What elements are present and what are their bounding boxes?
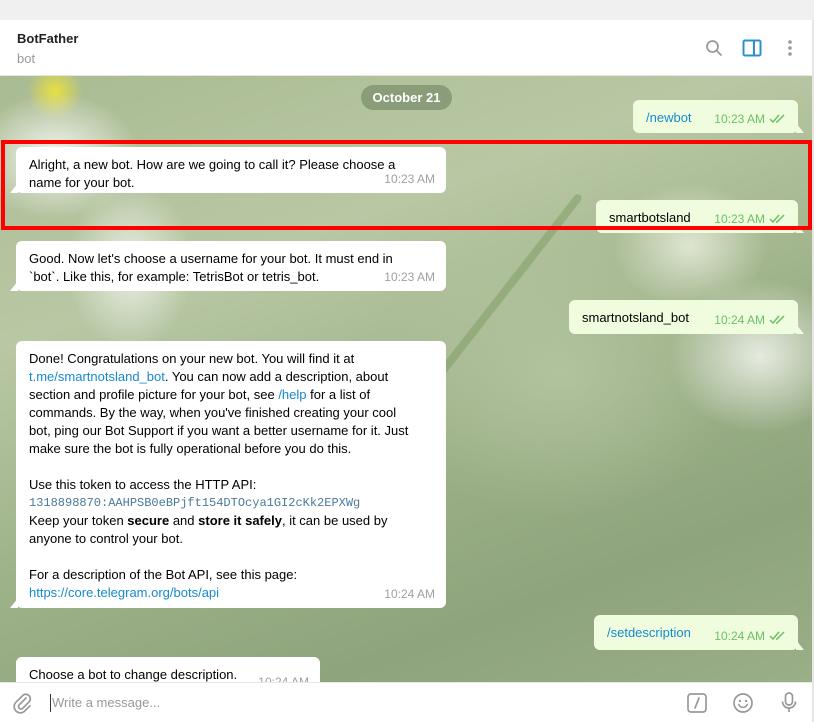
read-checkmarks-icon (769, 214, 785, 224)
api-token[interactable]: 1318898870:AAHPSB0eBPjft154DTOcya1GI2cKk… (29, 494, 433, 512)
message-time: 10:23 AM (384, 172, 435, 186)
message-time: 10:23 AM (714, 212, 765, 226)
message-text-line: Done! Congratulations on your new bot. Y… (29, 351, 355, 366)
bot-command-link[interactable]: /setdescription (607, 625, 691, 640)
date-chip: October 21 (361, 85, 452, 110)
emoji-icon[interactable] (731, 691, 755, 715)
message-text-line: Use this token to access the HTTP API: (29, 477, 257, 492)
message-text-line: For a description of the Bot API, see th… (29, 567, 298, 582)
read-checkmarks-icon (769, 631, 785, 641)
message-meta: 10:23 AM (714, 210, 787, 228)
bubble-tail (796, 123, 804, 133)
message-outgoing[interactable]: /newbot 10:23 AM (633, 100, 804, 133)
message-text-fragment: . You can now add a description, about (164, 369, 389, 384)
message-incoming[interactable]: Choose a bot to change description. 10:2… (16, 657, 320, 682)
message-incoming[interactable]: Alright, a new bot. How are we going to … (10, 147, 446, 193)
search-icon[interactable] (703, 37, 725, 59)
message-text-line: name for your bot. (29, 175, 135, 190)
message-time: 10:24 AM (714, 629, 765, 643)
message-text-line: make sure the bot is fully operational b… (29, 441, 352, 456)
window-top-strip (0, 0, 814, 20)
message-text-line: bot, ping our Bot Support if you want a … (29, 423, 409, 438)
bubble-tail (796, 223, 804, 233)
message-time: 10:23 AM (714, 112, 765, 126)
message-meta: 10:23 AM (714, 110, 787, 128)
bubble-tail (10, 183, 18, 193)
text-caret (50, 694, 51, 712)
message-text-line: section and profile picture for your bot… (29, 386, 433, 404)
message-text-line: Alright, a new bot. How are we going to … (29, 157, 396, 172)
message-text-line: Good. Now let's choose a username for yo… (29, 251, 393, 266)
message-time: 10:24 AM (258, 675, 309, 682)
bot-api-link[interactable]: https://core.telegram.org/bots/api (29, 585, 219, 600)
message-text-line: commands. By the way, when you've finish… (29, 405, 397, 420)
message-text-line: anyone to control your bot. (29, 531, 183, 546)
message-text-fragment: and (169, 513, 199, 528)
message-composer: Write a message... (0, 682, 812, 722)
message-time: 10:24 AM (714, 313, 765, 327)
bot-command-icon[interactable] (685, 691, 709, 715)
message-text-fragment: for a list of (306, 387, 371, 402)
message-outgoing[interactable]: /setdescription 10:24 AM (594, 615, 804, 650)
message-text: smartnotsland_bot (582, 310, 689, 325)
message-meta: 10:23 AM (384, 170, 435, 188)
message-text-line: https://core.telegram.org/bots/api (29, 584, 433, 602)
message-meta: 10:24 AM (714, 627, 787, 645)
bubble-tail (796, 640, 804, 650)
chat-title[interactable]: BotFather (17, 31, 78, 46)
help-command-link[interactable]: /help (278, 387, 306, 402)
chat-header: BotFather bot (0, 20, 812, 76)
message-incoming[interactable]: Done! Congratulations on your new bot. Y… (10, 341, 446, 608)
message-text-line: `bot`. Like this, for example: TetrisBot… (29, 269, 320, 284)
bubble-tail (10, 281, 18, 291)
message-time: 10:24 AM (384, 587, 435, 601)
message-input[interactable]: Write a message... (52, 695, 160, 710)
message-meta: 10:24 AM (384, 585, 435, 603)
message-text-fragment: , it can be used by (281, 513, 388, 528)
message-text: smartbotsland (609, 210, 691, 225)
message-meta: 10:23 AM (384, 268, 435, 286)
bold-text: store it safely (198, 513, 282, 528)
message-outgoing[interactable]: smartnotsland_bot 10:24 AM (569, 300, 804, 334)
message-text-fragment: section and profile picture for your bot… (29, 387, 279, 402)
message-incoming[interactable]: Good. Now let's choose a username for yo… (10, 241, 446, 291)
message-meta: 10:24 AM (714, 311, 787, 329)
bubble-tail (796, 324, 804, 334)
microphone-icon[interactable] (777, 691, 801, 715)
message-text: Choose a bot to change description. (29, 667, 238, 682)
attach-icon[interactable] (10, 691, 34, 715)
bubble-tail (10, 598, 18, 608)
message-text-fragment: Keep your token (29, 513, 128, 528)
more-vertical-icon[interactable] (779, 37, 801, 59)
message-time: 10:23 AM (384, 270, 435, 284)
bold-text: secure (127, 513, 170, 528)
message-text-line: t.me/smartnotsland_bot. You can now add … (29, 368, 433, 386)
read-checkmarks-icon (769, 114, 785, 124)
message-outgoing[interactable]: smartbotsland 10:23 AM (596, 200, 804, 233)
bot-link[interactable]: t.me/smartnotsland_bot (29, 369, 165, 384)
sidebar-panel-icon[interactable] (741, 37, 763, 59)
chat-history[interactable]: October 21 /newbot 10:23 AM Alright, a n… (0, 76, 812, 682)
read-checkmarks-icon (769, 315, 785, 325)
chat-subtitle: bot (17, 51, 36, 66)
message-text-line: Keep your token secure and store it safe… (29, 512, 433, 530)
message-meta: 10:24 AM (258, 673, 309, 682)
bot-command-link[interactable]: /newbot (646, 110, 692, 125)
